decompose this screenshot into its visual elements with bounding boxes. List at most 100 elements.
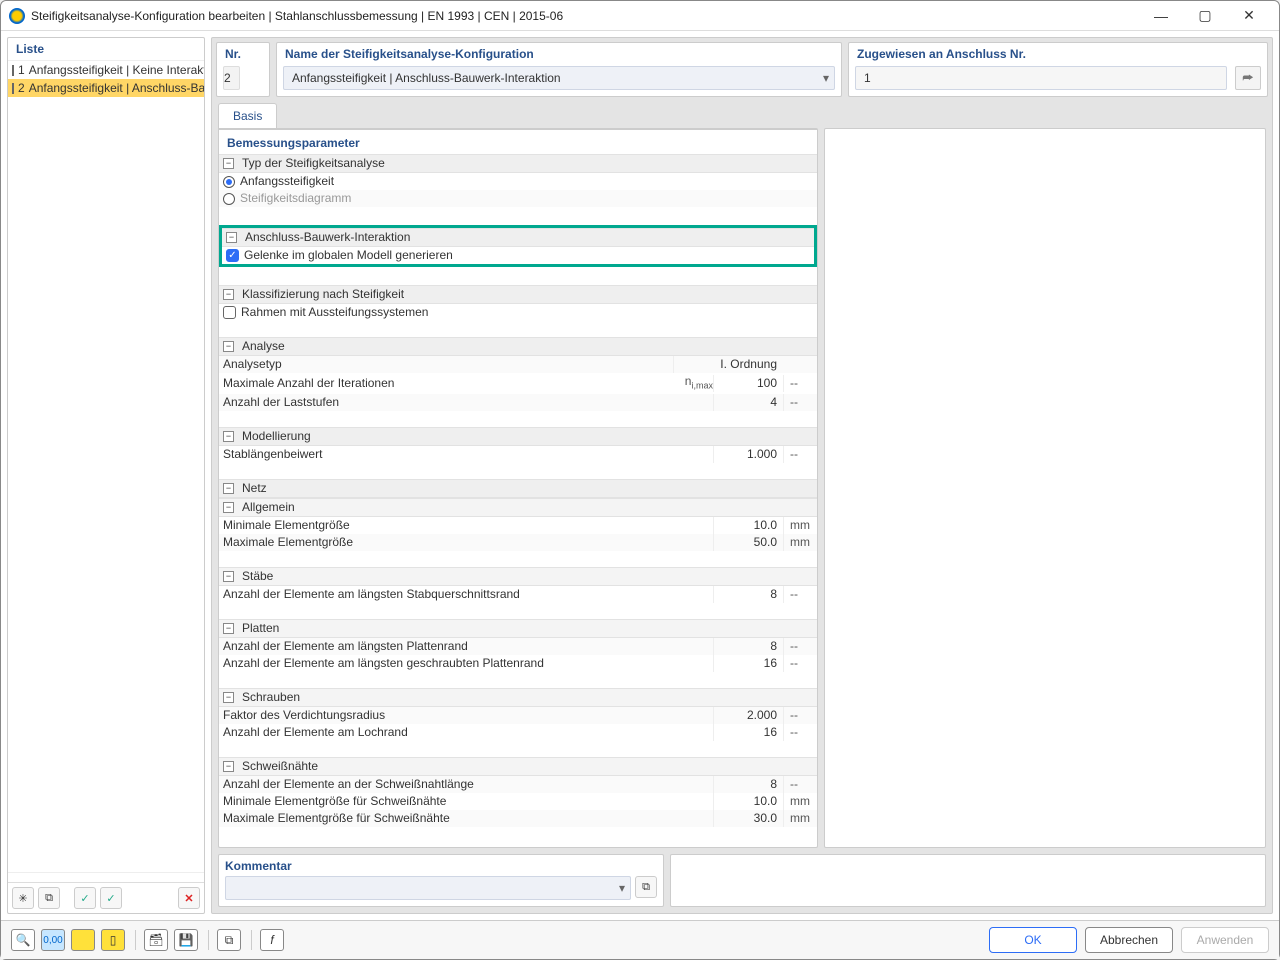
list-item[interactable]: 2 Anfangssteifigkeit | Anschluss-Bauwerk… [8,79,204,97]
row-weld-max-size[interactable]: Maximale Elementgröße für Schweißnähte 3… [219,810,817,827]
row-member-cross-section[interactable]: Anzahl der Elemente am längsten Stabquer… [219,586,817,603]
tool-save-icon[interactable]: 💾 [174,929,198,951]
tab-basis[interactable]: Basis [218,103,277,128]
subgroup-general[interactable]: −Allgemein [219,498,817,517]
main-panel: Nr. 2 Name der Steifigkeitsanalyse-Konfi… [211,37,1273,914]
collapse-icon[interactable]: − [223,341,234,352]
collapse-icon[interactable]: − [223,158,234,169]
preview-pane [824,128,1266,848]
group-interaction[interactable]: −Anschluss-Bauwerk-Interaktion [222,228,814,247]
row-weld-min-size[interactable]: Minimale Elementgröße für Schweißnähte 1… [219,793,817,810]
tool-db-icon[interactable]: 🗃 [144,929,168,951]
apply-button[interactable]: Anwenden [1181,927,1269,953]
row-analysis-type[interactable]: Analysetyp I. Ordnung [219,356,817,373]
assigned-value: 1 [855,66,1227,90]
subgroup-plates[interactable]: −Platten [219,619,817,638]
new-button[interactable]: ✳ [12,887,34,909]
radio-icon [223,176,235,188]
nr-field: Nr. 2 [216,42,270,97]
highlight-box: −Anschluss-Bauwerk-Interaktion ✓Gelenke … [219,225,817,267]
chevron-down-icon: ▾ [823,71,829,85]
list-item[interactable]: 1 Anfangssteifigkeit | Keine Interaktion [8,61,204,79]
collapse-icon[interactable]: − [223,483,234,494]
group-mesh[interactable]: −Netz [219,479,817,498]
row-load-steps[interactable]: Anzahl der Laststufen 4-- [219,394,817,411]
tool-function-icon[interactable]: f [260,929,284,951]
group-classification[interactable]: −Klassifizierung nach Steifigkeit [219,285,817,304]
collapse-icon[interactable]: − [223,431,234,442]
list-item-number: 1 [18,63,25,77]
name-dropdown[interactable]: Anfangssteifigkeit | Anschluss-Bauwerk-I… [283,66,835,90]
titlebar: Steifigkeitsanalyse-Konfiguration bearbe… [1,1,1279,31]
tool-color-yellow-icon[interactable] [71,929,95,951]
parameters-header: Bemessungsparameter [219,130,817,154]
cancel-button[interactable]: Abbrechen [1085,927,1173,953]
name-value: Anfangssteifigkeit | Anschluss-Bauwerk-I… [283,66,835,90]
assigned-field: Zugewiesen an Anschluss Nr. 1 ⮫ [848,42,1268,97]
tool-units-icon[interactable]: 0,00 [41,929,65,951]
nr-label: Nr. [217,43,269,63]
subgroup-welds[interactable]: −Schweißnähte [219,757,817,776]
horizontal-scrollbar[interactable] [8,872,204,882]
collapse-icon[interactable]: − [223,571,234,582]
group-analysis[interactable]: −Analyse [219,337,817,356]
assigned-input[interactable]: 1 [855,66,1227,90]
group-stiffness-type[interactable]: −Typ der Steifigkeitsanalyse [219,154,817,173]
subgroup-bolts[interactable]: −Schrauben [219,688,817,707]
list-panel: Liste 1 Anfangssteifigkeit | Keine Inter… [7,37,205,914]
copy-button[interactable]: ⧉ [38,887,60,909]
parameters-pane: Bemessungsparameter −Typ der Steifigkeit… [218,128,818,848]
app-icon [9,8,25,24]
ok-button[interactable]: OK [989,927,1077,953]
comment-right-pane [670,854,1266,907]
maximize-button[interactable]: ▢ [1183,2,1227,30]
row-weld-length-elements[interactable]: Anzahl der Elemente an der Schweißnahtlä… [219,776,817,793]
window-title: Steifigkeitsanalyse-Konfiguration bearbe… [31,9,1139,23]
collapse-icon[interactable]: − [223,761,234,772]
comment-library-button[interactable]: ⧉ [635,876,657,898]
minimize-button[interactable]: — [1139,2,1183,30]
checkbox-icon: ✓ [226,249,239,262]
pick-icon[interactable]: ⮫ [1235,66,1261,90]
radio-initial-stiffness[interactable]: Anfangssteifigkeit [219,173,817,190]
nr-value: 2 [223,66,240,90]
collapse-icon[interactable]: − [226,232,237,243]
dialog-window: Steifigkeitsanalyse-Konfiguration bearbe… [0,0,1280,960]
subgroup-members[interactable]: −Stäbe [219,567,817,586]
tool-copy-icon[interactable]: ⧉ [217,929,241,951]
close-button[interactable]: ✕ [1227,2,1271,30]
row-plate-edge[interactable]: Anzahl der Elemente am längsten Plattenr… [219,638,817,655]
row-hole-edge-elements[interactable]: Anzahl der Elemente am Lochrand 16-- [219,724,817,741]
comment-label: Kommentar [225,859,657,873]
collapse-icon[interactable]: − [223,692,234,703]
list-item-label: Anfangssteifigkeit | Anschluss-Bauwerk-I… [29,81,204,95]
check-button-1[interactable]: ✓ [74,887,96,909]
radio-icon [223,193,235,205]
row-compaction-radius[interactable]: Faktor des Verdichtungsradius 2.000-- [219,707,817,724]
group-modelling[interactable]: −Modellierung [219,427,817,446]
list-item-number: 2 [18,81,25,95]
color-swatch-icon [12,83,14,94]
list-toolbar: ✳ ⧉ ✓ ✓ ✕ [8,882,204,913]
checkbox-braced-frames[interactable]: Rahmen mit Aussteifungssystemen [219,304,817,321]
row-bolted-plate-edge[interactable]: Anzahl der Elemente am längsten geschrau… [219,655,817,672]
checkbox-generate-hinges[interactable]: ✓Gelenke im globalen Modell generieren [222,247,814,264]
collapse-icon[interactable]: − [223,289,234,300]
check-button-2[interactable]: ✓ [100,887,122,909]
collapse-icon[interactable]: − [223,623,234,634]
list-header: Liste [8,38,204,61]
row-min-element-size[interactable]: Minimale Elementgröße 10.0mm [219,517,817,534]
delete-button[interactable]: ✕ [178,887,200,909]
collapse-icon[interactable]: − [223,502,234,513]
color-swatch-icon [12,65,14,76]
radio-stiffness-diagram[interactable]: Steifigkeitsdiagramm [219,190,817,207]
tool-profile-icon[interactable]: ▯ [101,929,125,951]
name-field: Name der Steifigkeitsanalyse-Konfigurati… [276,42,842,97]
tool-search-icon[interactable]: 🔍 [11,929,35,951]
chevron-down-icon: ▾ [619,881,625,895]
comment-input[interactable]: ▾ [225,876,631,900]
row-member-length-factor[interactable]: Stablängenbeiwert 1.000-- [219,446,817,463]
row-max-element-size[interactable]: Maximale Elementgröße 50.0mm [219,534,817,551]
comment-box: Kommentar ▾ ⧉ [218,854,664,907]
row-max-iterations[interactable]: Maximale Anzahl der Iterationen ni,max 1… [219,373,817,394]
